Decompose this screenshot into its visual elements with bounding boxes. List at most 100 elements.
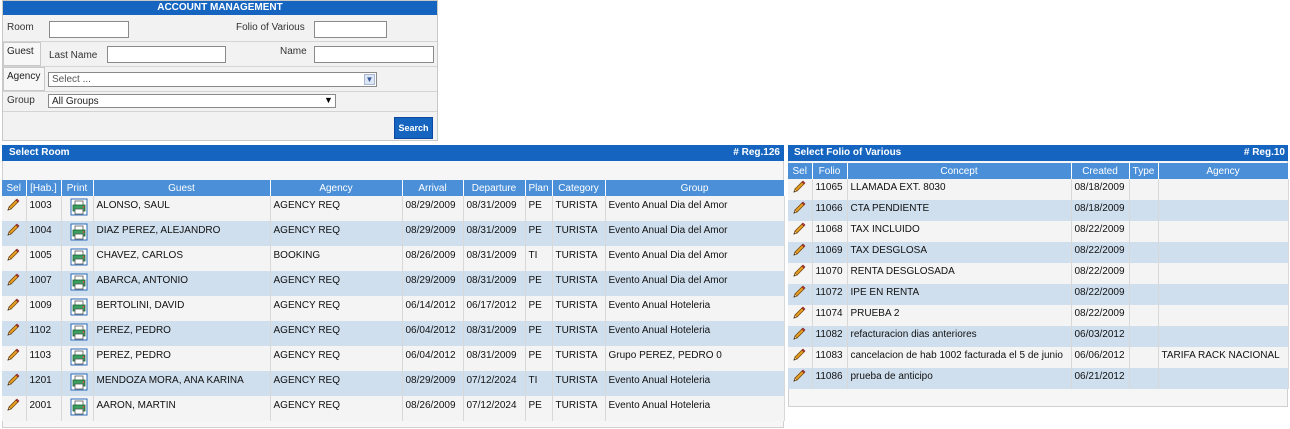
select-cell[interactable] xyxy=(2,371,27,396)
column-header[interactable]: Agency xyxy=(270,180,403,196)
pencil-icon[interactable] xyxy=(791,200,807,216)
pencil-icon[interactable] xyxy=(791,347,807,363)
print-icon[interactable] xyxy=(70,398,88,416)
print-cell[interactable] xyxy=(61,396,94,421)
table-row[interactable]: 1004 DIAZ PEREZ, ALEJANDRO AGENCY REQ 08/29… xyxy=(2,221,785,246)
pencil-icon[interactable] xyxy=(791,284,807,300)
column-header[interactable]: Departure xyxy=(463,180,526,196)
column-header[interactable]: [Hab.] xyxy=(26,180,62,196)
select-cell[interactable] xyxy=(788,221,813,242)
table-row[interactable]: 11083 cancelacion de hab 1002 facturada e… xyxy=(788,347,1289,368)
print-icon[interactable] xyxy=(70,348,88,366)
table-row[interactable]: 11082 refacturacion dias anteriores 06/03/… xyxy=(788,326,1289,347)
column-header[interactable]: Arrival xyxy=(402,180,464,196)
table-row[interactable]: 11069 TAX DESGLOSA 08/22/2009 xyxy=(788,242,1289,263)
column-header[interactable]: Created xyxy=(1071,163,1130,179)
pencil-icon[interactable] xyxy=(791,326,807,342)
select-cell[interactable] xyxy=(2,196,27,221)
print-cell[interactable] xyxy=(61,271,94,296)
column-header[interactable]: Sel xyxy=(788,163,813,179)
column-header[interactable]: Sel xyxy=(2,180,27,196)
name-input[interactable] xyxy=(314,46,434,63)
chevron-down-icon[interactable]: ▼ xyxy=(323,96,334,107)
print-cell[interactable] xyxy=(61,321,94,346)
table-row[interactable]: 11068 TAX INCLUIDO 08/22/2009 xyxy=(788,221,1289,242)
column-header[interactable]: Guest xyxy=(93,180,271,196)
column-header[interactable]: Concept xyxy=(847,163,1072,179)
table-row[interactable]: 11065 LLAMADA EXT. 8030 08/18/2009 xyxy=(788,179,1289,200)
print-icon[interactable] xyxy=(70,373,88,391)
table-row[interactable]: 11086 prueba de anticipo 06/21/2012 xyxy=(788,368,1289,389)
table-row[interactable]: 11072 IPE EN RENTA 08/22/2009 xyxy=(788,284,1289,305)
column-header[interactable]: Plan xyxy=(525,180,553,196)
pencil-icon[interactable] xyxy=(5,397,21,413)
select-cell[interactable] xyxy=(788,284,813,305)
print-icon[interactable] xyxy=(70,248,88,266)
table-row[interactable]: 11066 CTA PENDIENTE 08/18/2009 xyxy=(788,200,1289,221)
print-cell[interactable] xyxy=(61,196,94,221)
pencil-icon[interactable] xyxy=(791,263,807,279)
table-row[interactable]: 1009 BERTOLINI, DAVID AGENCY REQ 06/14/2012… xyxy=(2,296,785,321)
select-cell[interactable] xyxy=(788,368,813,389)
pencil-icon[interactable] xyxy=(5,297,21,313)
select-cell[interactable] xyxy=(2,271,27,296)
print-icon[interactable] xyxy=(70,323,88,341)
pencil-icon[interactable] xyxy=(5,272,21,288)
pencil-icon[interactable] xyxy=(791,242,807,258)
print-cell[interactable] xyxy=(61,246,94,271)
pencil-icon[interactable] xyxy=(5,347,21,363)
select-cell[interactable] xyxy=(2,396,27,421)
print-cell[interactable] xyxy=(61,371,94,396)
select-cell[interactable] xyxy=(2,346,27,371)
pencil-icon[interactable] xyxy=(791,221,807,237)
folio-input[interactable] xyxy=(314,21,387,38)
select-cell[interactable] xyxy=(2,246,27,271)
select-cell[interactable] xyxy=(788,305,813,326)
print-icon[interactable] xyxy=(70,198,88,216)
select-cell[interactable] xyxy=(2,321,27,346)
column-header[interactable]: Category xyxy=(552,180,606,196)
column-header[interactable]: Type xyxy=(1129,163,1159,179)
pencil-icon[interactable] xyxy=(5,372,21,388)
column-header[interactable]: Folio xyxy=(812,163,848,179)
column-header[interactable]: Group xyxy=(605,180,785,196)
agency-select[interactable]: Select ... ▼ xyxy=(48,72,377,87)
select-cell[interactable] xyxy=(788,200,813,221)
pencil-icon[interactable] xyxy=(791,305,807,321)
room-input[interactable] xyxy=(49,21,129,38)
table-row[interactable]: 11074 PRUEBA 2 08/22/2009 xyxy=(788,305,1289,326)
select-cell[interactable] xyxy=(788,242,813,263)
select-cell[interactable] xyxy=(788,263,813,284)
pencil-icon[interactable] xyxy=(791,368,807,384)
column-header[interactable]: Agency xyxy=(1158,163,1289,179)
print-icon[interactable] xyxy=(70,223,88,241)
table-row[interactable]: 1003 ALONSO, SAUL AGENCY REQ 08/29/2009 08/3… xyxy=(2,196,785,221)
table-row[interactable]: 1201 MENDOZA MORA, ANA KARINA AGENCY REQ 08… xyxy=(2,371,785,396)
table-row[interactable]: 2001 AARON, MARTIN AGENCY REQ 08/26/2009 07/… xyxy=(2,396,785,421)
group-select[interactable]: All Groups ▼ xyxy=(48,94,336,108)
search-button[interactable]: Search xyxy=(394,117,433,139)
pencil-icon[interactable] xyxy=(791,179,807,195)
pencil-icon[interactable] xyxy=(5,247,21,263)
pencil-icon[interactable] xyxy=(5,222,21,238)
table-row[interactable]: 1103 PEREZ, PEDRO AGENCY REQ 06/04/2012 08/3… xyxy=(2,346,785,371)
table-row[interactable]: 1005 CHAVEZ, CARLOS BOOKING 08/26/2009 08/31… xyxy=(2,246,785,271)
column-header[interactable]: Print xyxy=(61,180,94,196)
table-row[interactable]: 11070 RENTA DESGLOSADA 08/22/2009 xyxy=(788,263,1289,284)
select-cell[interactable] xyxy=(788,179,813,200)
pencil-icon[interactable] xyxy=(5,197,21,213)
print-cell[interactable] xyxy=(61,221,94,246)
select-cell[interactable] xyxy=(788,347,813,368)
print-cell[interactable] xyxy=(61,346,94,371)
last-name-input[interactable] xyxy=(107,46,226,63)
print-icon[interactable] xyxy=(70,298,88,316)
pencil-icon[interactable] xyxy=(5,322,21,338)
table-row[interactable]: 1007 ABARCA, ANTONIO AGENCY REQ 08/29/2009 0… xyxy=(2,271,785,296)
select-cell[interactable] xyxy=(2,296,27,321)
select-cell[interactable] xyxy=(2,221,27,246)
chevron-down-icon[interactable]: ▼ xyxy=(364,74,375,85)
print-cell[interactable] xyxy=(61,296,94,321)
print-icon[interactable] xyxy=(70,273,88,291)
table-row[interactable]: 1102 PEREZ, PEDRO AGENCY REQ 06/04/2012 08/3… xyxy=(2,321,785,346)
select-cell[interactable] xyxy=(788,326,813,347)
